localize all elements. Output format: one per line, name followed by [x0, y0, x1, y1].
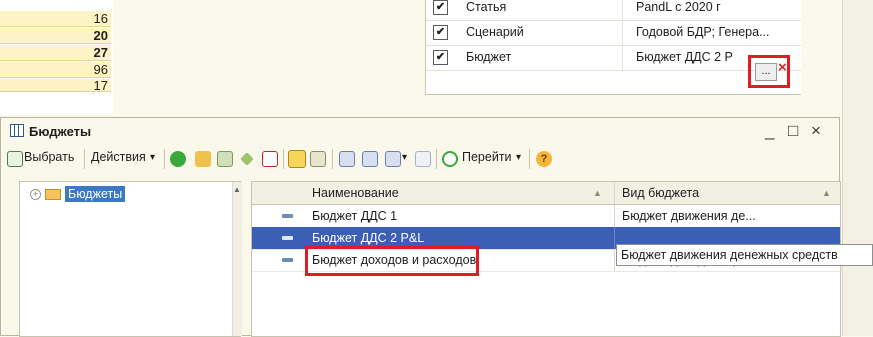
minimize-button[interactable]: _: [765, 121, 774, 141]
column-header-type[interactable]: Вид бюджета: [622, 186, 699, 200]
tree-mode-icon[interactable]: [310, 151, 326, 167]
background-panel-edge: [842, 0, 873, 336]
folder-icon: [45, 189, 61, 200]
filter-checkbox[interactable]: ✔: [433, 25, 448, 40]
filter-checkbox[interactable]: ✔: [433, 0, 448, 15]
sort-icon: ▲: [593, 188, 602, 198]
filter-checkbox[interactable]: ✔: [433, 50, 448, 65]
filter-row[interactable]: ✔ Сценарий Годовой БДР; Генера...: [426, 21, 801, 46]
filter-value: Годовой БДР; Генера...: [636, 25, 770, 39]
filter-value: Бюджет ДДС 2 P: [636, 50, 733, 64]
group-tree: + Бюджеты ▲: [19, 181, 242, 337]
budget-type: Бюджет движения де...: [622, 209, 756, 223]
budget-name: Бюджет ДДС 2 P&L: [312, 231, 425, 245]
filter-name: Статья: [466, 0, 507, 14]
filter-name: Бюджет: [466, 50, 512, 64]
filter-value: PandL с 2020 г: [636, 0, 721, 14]
filter-settings-icon[interactable]: [339, 151, 355, 167]
window-title: Бюджеты: [29, 124, 92, 139]
toolbar: Выбрать Действия ▾ ▾ Перейти ▾ ?: [4, 146, 836, 172]
tree-item-budgets[interactable]: Бюджеты: [65, 186, 126, 202]
highlight-box: [748, 55, 790, 88]
scroll-up-icon[interactable]: ▲: [822, 188, 831, 198]
chevron-down-icon[interactable]: ▾: [150, 152, 155, 163]
highlight-box: [305, 246, 479, 276]
column-header-name[interactable]: Наименование: [312, 186, 399, 200]
help-icon[interactable]: ?: [536, 151, 552, 167]
background-row-numbers: 16 20 27 96 17: [0, 0, 113, 115]
add-folder-icon[interactable]: [195, 151, 211, 167]
filter-list-icon[interactable]: [385, 151, 401, 167]
table-row[interactable]: Бюджет ДДС 1 Бюджет движения де...: [252, 205, 840, 228]
list-header: Наименование ▲ Вид бюджета ▲: [252, 182, 840, 205]
element-icon: [282, 214, 293, 218]
row-number: 17: [0, 79, 111, 92]
element-icon: [282, 258, 293, 262]
row-number: 96: [0, 62, 111, 78]
expand-icon[interactable]: +: [30, 189, 41, 200]
budget-name: Бюджет ДДС 1: [312, 209, 398, 223]
select-button[interactable]: Выбрать: [24, 150, 74, 164]
cell-tooltip: Бюджет движения денежных средств: [616, 244, 873, 266]
delete-icon[interactable]: [262, 151, 278, 167]
chevron-down-icon[interactable]: ▾: [516, 152, 521, 163]
edit-icon[interactable]: [240, 152, 254, 166]
maximize-button[interactable]: □: [788, 121, 798, 141]
row-number: 16: [0, 11, 111, 27]
close-button[interactable]: ×: [811, 121, 821, 141]
select-icon: [7, 151, 23, 167]
row-number: 27: [0, 45, 111, 61]
actions-menu[interactable]: Действия: [91, 150, 146, 164]
filter-icon[interactable]: [362, 151, 378, 167]
table-icon: [10, 124, 24, 137]
scroll-up-icon[interactable]: ▲: [233, 185, 241, 194]
copy-icon[interactable]: [217, 151, 233, 167]
tree-scrollbar[interactable]: ▲: [232, 182, 242, 336]
add-icon[interactable]: [170, 151, 186, 167]
refresh-icon[interactable]: [442, 151, 458, 167]
element-icon: [282, 236, 293, 240]
filter-row[interactable]: ✔ Бюджет Бюджет ДДС 2 P: [426, 46, 801, 71]
title-bar: Бюджеты _ □ ×: [1, 118, 839, 145]
filter-name: Сценарий: [466, 25, 524, 39]
row-number: 20: [0, 28, 111, 44]
goto-menu[interactable]: Перейти: [462, 150, 512, 164]
filter-panel: ✔ Статья PandL с 2020 г ✔ Сценарий Годов…: [425, 0, 801, 95]
chevron-down-icon[interactable]: ▾: [402, 152, 407, 163]
filter-row[interactable]: ✔ Статья PandL с 2020 г: [426, 0, 801, 21]
hierarchy-list-icon[interactable]: [288, 150, 306, 168]
budgets-window: Бюджеты _ □ × Выбрать Действия ▾ ▾ Перей…: [0, 117, 841, 337]
clear-filter-icon[interactable]: [415, 151, 431, 167]
